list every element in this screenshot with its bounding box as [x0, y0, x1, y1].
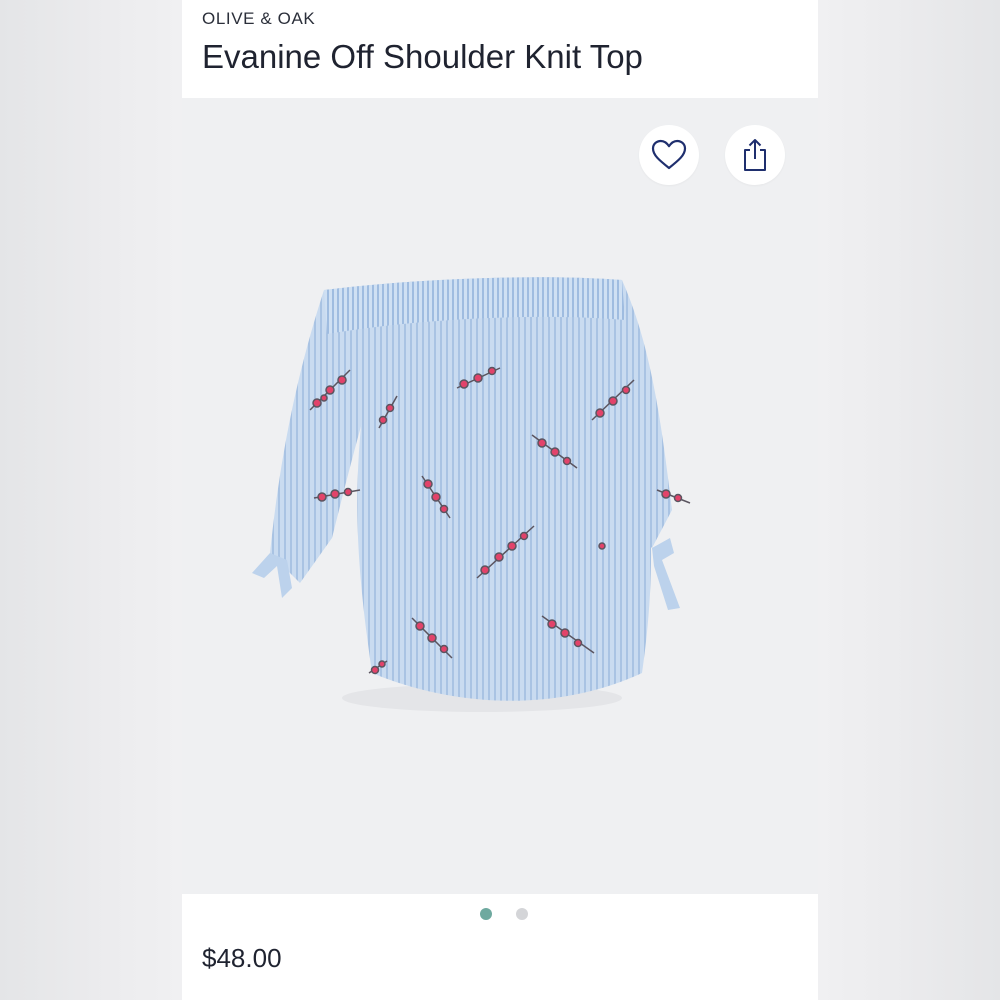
product-image-carousel[interactable] — [182, 98, 818, 894]
brand-name: OLIVE & OAK — [202, 9, 316, 28]
heart-icon — [651, 139, 687, 170]
product-title: Evanine Off Shoulder Knit Top — [202, 38, 643, 75]
page-dot-1[interactable] — [480, 908, 492, 920]
share-icon — [744, 139, 766, 171]
background-left — [0, 0, 182, 1000]
favorite-button[interactable] — [639, 125, 699, 185]
share-button[interactable] — [725, 125, 785, 185]
product-header: OLIVE & OAK Evanine Off Shoulder Knit To… — [182, 0, 818, 98]
background-right — [818, 0, 1000, 1000]
product-image — [252, 277, 691, 712]
image-pagination — [182, 908, 818, 924]
page-dot-2[interactable] — [516, 908, 528, 920]
product-price: $48.00 — [202, 943, 282, 973]
product-page: OLIVE & OAK Evanine Off Shoulder Knit To… — [182, 0, 818, 1000]
